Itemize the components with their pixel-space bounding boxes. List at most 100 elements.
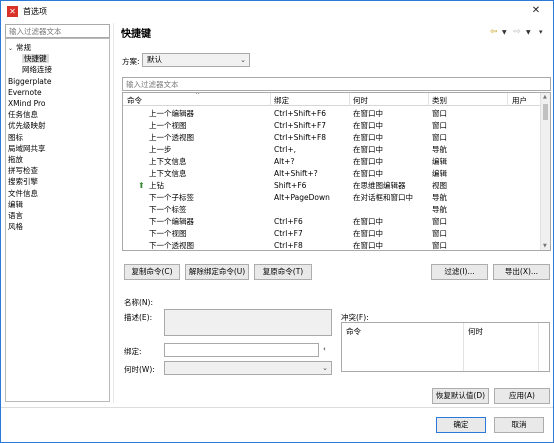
- scrollbar-thumb[interactable]: [543, 104, 548, 120]
- cancel-button[interactable]: 取消: [494, 417, 544, 433]
- sidebar-item[interactable]: ⌄ 常规: [8, 42, 31, 53]
- cell-command: 下一个视图: [149, 229, 187, 238]
- sidebar-item[interactable]: 图标: [8, 132, 23, 143]
- sidebar-item-label: 语言: [8, 211, 23, 220]
- sidebar-item[interactable]: 快捷键: [22, 53, 49, 64]
- cell-category: 导航: [432, 205, 447, 214]
- filter-button[interactable]: 过滤(I)...: [431, 264, 488, 280]
- sidebar-item[interactable]: 任务信息: [8, 109, 38, 120]
- conflict-table: 命令 何时: [341, 322, 550, 372]
- sidebar-item-label: 编辑: [8, 199, 23, 209]
- cell-command: 上下文信息: [149, 169, 187, 178]
- cell-when: 在窗口中: [353, 217, 383, 226]
- sidebar-item-label: 常规: [16, 43, 31, 52]
- cell-command: 上下文信息: [149, 157, 187, 166]
- sidebar-item-label: 文件信息: [8, 188, 38, 198]
- cell-when: 在对话框和窗口中: [353, 193, 413, 202]
- sidebar-item[interactable]: 局域网共享: [8, 143, 46, 154]
- table-row[interactable]: 下一个标签 导航: [123, 204, 541, 215]
- sidebar-item[interactable]: 风格: [8, 221, 23, 232]
- sash-divider[interactable]: [113, 23, 114, 403]
- scroll-up-arrow-icon[interactable]: ▲: [543, 94, 547, 100]
- sidebar-item[interactable]: 文件信息: [8, 188, 38, 199]
- apply-button[interactable]: 应用(A): [494, 388, 550, 404]
- sidebar-item[interactable]: Biggerplate: [8, 76, 51, 87]
- conflict-header-command[interactable]: 命令: [346, 326, 361, 337]
- binding-input[interactable]: [164, 343, 319, 357]
- cell-when: 在思维图编辑器: [353, 181, 406, 190]
- table-row[interactable]: 上钻 Shift+F6 在思维图编辑器 视图 ⬆: [123, 180, 541, 191]
- cell-category: 导航: [432, 145, 447, 154]
- sidebar-item[interactable]: XMind Pro: [8, 98, 46, 109]
- sidebar-item[interactable]: 拼写检查: [8, 165, 38, 176]
- table-row[interactable]: 上一步 Ctrl+, 在窗口中 导航: [123, 144, 541, 155]
- sidebar-item-label: 风格: [8, 222, 23, 232]
- cell-command: 下一个标签: [149, 205, 187, 214]
- table-row[interactable]: 上一个透视图 Ctrl+Shift+F8 在窗口中 窗口: [123, 132, 541, 143]
- unbind-command-button[interactable]: 解除绑定命令(U): [185, 264, 249, 280]
- when-select[interactable]: ⌄: [164, 361, 332, 375]
- table-row[interactable]: 上一个视图 Ctrl+Shift+F7 在窗口中 窗口: [123, 120, 541, 131]
- sidebar-item[interactable]: 网络连接: [22, 64, 52, 75]
- forward-menu-chevron-icon[interactable]: ▼: [526, 29, 531, 36]
- command-filter-input[interactable]: 输入过滤器文本: [122, 77, 551, 91]
- cell-category: 导航: [432, 193, 447, 202]
- cell-when: 在窗口中: [353, 169, 383, 178]
- table-vertical-scrollbar[interactable]: ▲ ▼: [540, 93, 550, 250]
- table-row[interactable]: 上一个编辑器 Ctrl+Shift+F6 在窗口中 窗口: [123, 108, 541, 119]
- cell-binding: Ctrl+Shift+F8: [274, 133, 327, 142]
- sort-up-icon: ^: [195, 92, 201, 99]
- cell-binding: Alt+?: [274, 157, 295, 166]
- view-menu-icon[interactable]: ▾: [539, 28, 543, 36]
- back-arrow-icon[interactable]: ⇦: [490, 27, 498, 37]
- sidebar-item-label: XMind Pro: [8, 99, 46, 108]
- expand-chevron-icon[interactable]: ⌄: [8, 43, 16, 54]
- sidebar-filter-input[interactable]: 输入过滤器文本: [5, 24, 110, 38]
- cell-category: 窗口: [432, 121, 447, 130]
- keys-table: 命令 ^ 绑定 何时 类别 用户 上一个编辑器 Ctrl+Shift+F6 在窗口中…: [122, 92, 551, 251]
- sidebar-item-label: 网络连接: [22, 65, 52, 75]
- table-row[interactable]: 下一个透视图 Ctrl+F8 在窗口中 窗口: [123, 240, 541, 250]
- forward-arrow-icon[interactable]: ⇨: [513, 27, 521, 37]
- sidebar-item[interactable]: 优先级映射: [8, 120, 46, 131]
- cell-command: 下一个透视图: [149, 241, 194, 250]
- cell-binding: Ctrl+F8: [274, 241, 303, 250]
- scheme-select[interactable]: 默认 ⌄: [142, 53, 250, 67]
- restore-defaults-button[interactable]: 恢复默认值(D): [432, 388, 489, 404]
- conflict-header-when[interactable]: 何时: [468, 326, 483, 337]
- close-icon[interactable]: ✕: [520, 1, 552, 21]
- chevron-down-icon: ⌄: [322, 364, 328, 372]
- cell-binding: Ctrl+,: [274, 145, 297, 154]
- sidebar-item-label: 快捷键: [22, 54, 49, 64]
- scheme-value: 默认: [147, 55, 162, 64]
- binding-label: 绑定:: [124, 347, 142, 356]
- column-header-when[interactable]: 何时: [353, 95, 368, 106]
- preference-tree: ⌄ 常规 快捷键 网络连接 Biggerplate Evernote XMind Pro 任务…: [5, 38, 110, 402]
- table-row[interactable]: 下一个子标签 Alt+PageDown 在对话框和窗口中 导航: [123, 192, 541, 203]
- sidebar-item-label: 拼写检查: [8, 166, 38, 176]
- table-row[interactable]: 下一个视图 Ctrl+F7 在窗口中 窗口: [123, 228, 541, 239]
- cell-command: 下一个编辑器: [149, 217, 194, 226]
- sidebar-item[interactable]: Evernote: [8, 87, 42, 98]
- column-header-user[interactable]: 用户: [512, 95, 527, 106]
- scroll-down-arrow-icon[interactable]: ▼: [543, 243, 547, 249]
- restore-command-button[interactable]: 复原命令(T): [254, 264, 312, 280]
- cell-binding: Shift+F6: [274, 181, 307, 190]
- back-menu-chevron-icon[interactable]: ▼: [502, 29, 507, 36]
- cell-binding: Ctrl+Shift+F6: [274, 109, 327, 118]
- sidebar-item[interactable]: 语言: [8, 210, 23, 221]
- binding-menu-chevron-icon[interactable]: ‹: [323, 345, 326, 353]
- sidebar-item-label: Biggerplate: [8, 76, 52, 86]
- ok-button[interactable]: 确定: [436, 417, 486, 433]
- table-row[interactable]: 上下文信息 Alt+Shift+? 在窗口中 编辑: [123, 168, 541, 179]
- column-header-binding[interactable]: 绑定: [274, 95, 289, 106]
- sidebar-item[interactable]: 搜索引擎: [8, 176, 38, 187]
- table-row[interactable]: 下一个编辑器 Ctrl+F6 在窗口中 窗口: [123, 216, 541, 227]
- export-button[interactable]: 导出(X)...: [493, 264, 550, 280]
- column-header-command[interactable]: 命令: [127, 95, 142, 106]
- column-header-category[interactable]: 类别: [432, 95, 447, 106]
- copy-command-button[interactable]: 复制命令(C): [124, 264, 180, 280]
- sidebar-item[interactable]: 拖放: [8, 154, 23, 165]
- sidebar-item[interactable]: 编辑: [8, 199, 23, 210]
- table-row[interactable]: 上下文信息 Alt+? 在窗口中 编辑: [123, 156, 541, 167]
